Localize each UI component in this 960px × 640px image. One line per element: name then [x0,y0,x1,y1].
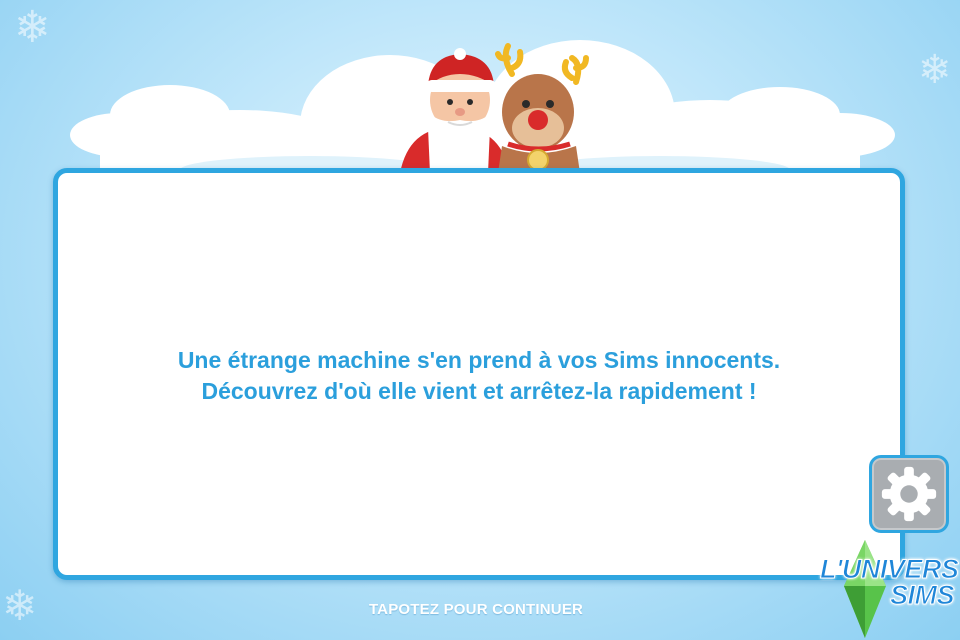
dialog-message-line: Une étrange machine s'en prend à vos Sim… [177,347,781,373]
settings-button[interactable] [869,455,949,533]
watermark-text: SIMS [889,580,955,611]
gear-icon [881,466,937,522]
dialog-message-line: Découvrez d'où elle vient et arrêtez-la … [201,378,757,404]
tap-to-continue-hint: TAPOTEZ POUR CONTINUER [368,601,584,618]
dialog-message: Une étrange machine s'en prend à vos Sim… [58,345,900,407]
snowflake-icon: ❄ [14,2,51,53]
watermark-logo: L'UNIVERS SIMS [812,540,960,640]
snowflake-icon: ❄ [2,581,38,630]
santa-claus-icon [400,48,510,173]
santa-and-reindeer-illustration [400,43,589,173]
reindeer-icon [495,43,589,173]
message-dialog: Une étrange machine s'en prend à vos Sim… [53,168,905,580]
snowflake-icon: ❄ [918,47,952,93]
tap-to-continue-screen[interactable]: ❄ ❄ ❄ Une étrange machine s'en prend à v… [0,0,960,640]
